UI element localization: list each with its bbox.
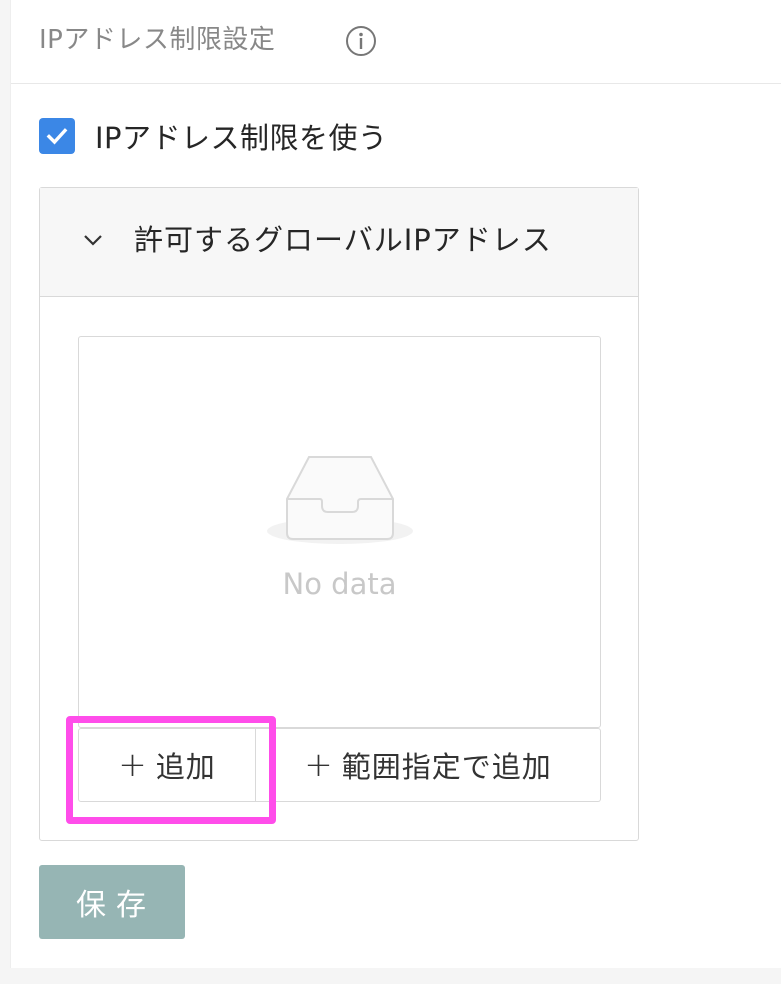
global-ip-collapse: 許可するグローバルIPアドレス No data + 追加 + 範囲指定で追加: [39, 187, 639, 841]
add-ip-range-button[interactable]: + 範囲指定で追加: [256, 728, 601, 802]
use-ip-restriction-label[interactable]: IPアドレス制限を使う: [95, 115, 388, 157]
info-circle-icon[interactable]: [345, 25, 377, 57]
use-ip-restriction-row[interactable]: IPアドレス制限を使う: [39, 116, 388, 156]
save-button[interactable]: 保存: [39, 865, 185, 939]
use-ip-restriction-checkbox[interactable]: [39, 118, 75, 154]
global-ip-title: 許可するグローバルIPアドレス: [134, 223, 552, 257]
chevron-down-icon: [82, 232, 104, 248]
add-ip-range-label: 範囲指定で追加: [341, 750, 552, 784]
plus-icon: +: [118, 745, 148, 785]
add-ip-label: 追加: [155, 750, 216, 784]
plus-icon: +: [304, 745, 334, 785]
page-title: IPアドレス制限設定: [39, 25, 276, 55]
checkmark-icon: [46, 128, 68, 145]
empty-state-text: No data: [282, 567, 397, 601]
ip-list-empty-box: No data: [78, 336, 601, 728]
empty-inbox-icon: [265, 449, 415, 549]
add-ip-button[interactable]: + 追加: [78, 728, 256, 802]
global-ip-collapse-header[interactable]: 許可するグローバルIPアドレス: [40, 188, 638, 297]
ip-restriction-panel: IPアドレス制限設定 IPアドレス制限を使う 許可するグローバルIPアドレス N…: [10, 0, 781, 968]
panel-header: IPアドレス制限設定: [11, 0, 781, 84]
